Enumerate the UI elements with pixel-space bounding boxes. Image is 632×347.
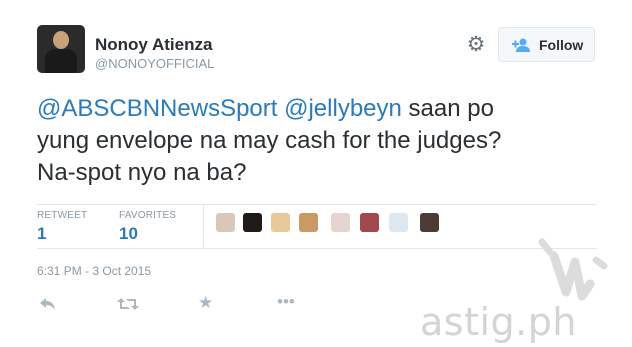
mention-link[interactable]: @ABSCBNNewsSport bbox=[37, 95, 277, 122]
favorites-count: 10 bbox=[119, 224, 138, 243]
tweet-line-3: Na-spot nyo na ba? bbox=[37, 159, 247, 186]
mention-link[interactable]: @jellybeyn bbox=[284, 95, 402, 122]
follow-button[interactable]: Follow bbox=[498, 27, 595, 62]
retweet-label: RETWEET bbox=[37, 210, 88, 221]
stats-separator bbox=[203, 204, 204, 248]
favoriter-avatar[interactable] bbox=[299, 213, 318, 232]
avatar[interactable] bbox=[37, 25, 85, 73]
tweet-line-1: @ABSCBNNewsSport @jellybeyn saan po bbox=[37, 93, 597, 125]
favorite-icon[interactable]: ★ bbox=[198, 293, 213, 313]
favorites-label: FAVORITES bbox=[119, 210, 177, 221]
favoriter-avatar[interactable] bbox=[389, 213, 408, 232]
add-user-icon bbox=[511, 37, 531, 56]
timestamp[interactable]: 6:31 PM - 3 Oct 2015 bbox=[37, 264, 151, 278]
favorites-stat[interactable]: FAVORITES 10 bbox=[119, 210, 176, 244]
tweet-text-segment: saan po bbox=[401, 95, 494, 122]
favoriter-avatar[interactable] bbox=[243, 213, 262, 232]
avatar-face bbox=[53, 31, 69, 49]
favoriter-avatar[interactable] bbox=[360, 213, 379, 232]
retweet-count: 1 bbox=[37, 224, 47, 243]
favoriter-avatar[interactable] bbox=[216, 213, 235, 232]
user-handle[interactable]: @NONOYOFFICIAL bbox=[95, 56, 214, 71]
more-icon[interactable]: ••• bbox=[277, 292, 295, 312]
watermark-text: astig.ph bbox=[420, 300, 577, 344]
retweet-stat[interactable]: RETWEET 1 bbox=[37, 210, 87, 244]
user-name[interactable]: Nonoy Atienza bbox=[95, 35, 212, 55]
favoriter-avatar[interactable] bbox=[420, 213, 439, 232]
tweet-text: @ABSCBNNewsSport @jellybeyn saan po yung… bbox=[37, 93, 597, 189]
reply-icon[interactable] bbox=[39, 296, 57, 316]
avatar-body bbox=[45, 49, 77, 73]
retweet-icon[interactable] bbox=[117, 296, 139, 316]
gear-icon[interactable]: ⚙ bbox=[466, 34, 486, 55]
follow-label: Follow bbox=[539, 37, 584, 53]
tweet-line-2: yung envelope na may cash for the judges… bbox=[37, 127, 502, 154]
favoriter-avatar[interactable] bbox=[271, 213, 290, 232]
favoriter-avatar[interactable] bbox=[331, 213, 350, 232]
divider bbox=[37, 204, 597, 205]
